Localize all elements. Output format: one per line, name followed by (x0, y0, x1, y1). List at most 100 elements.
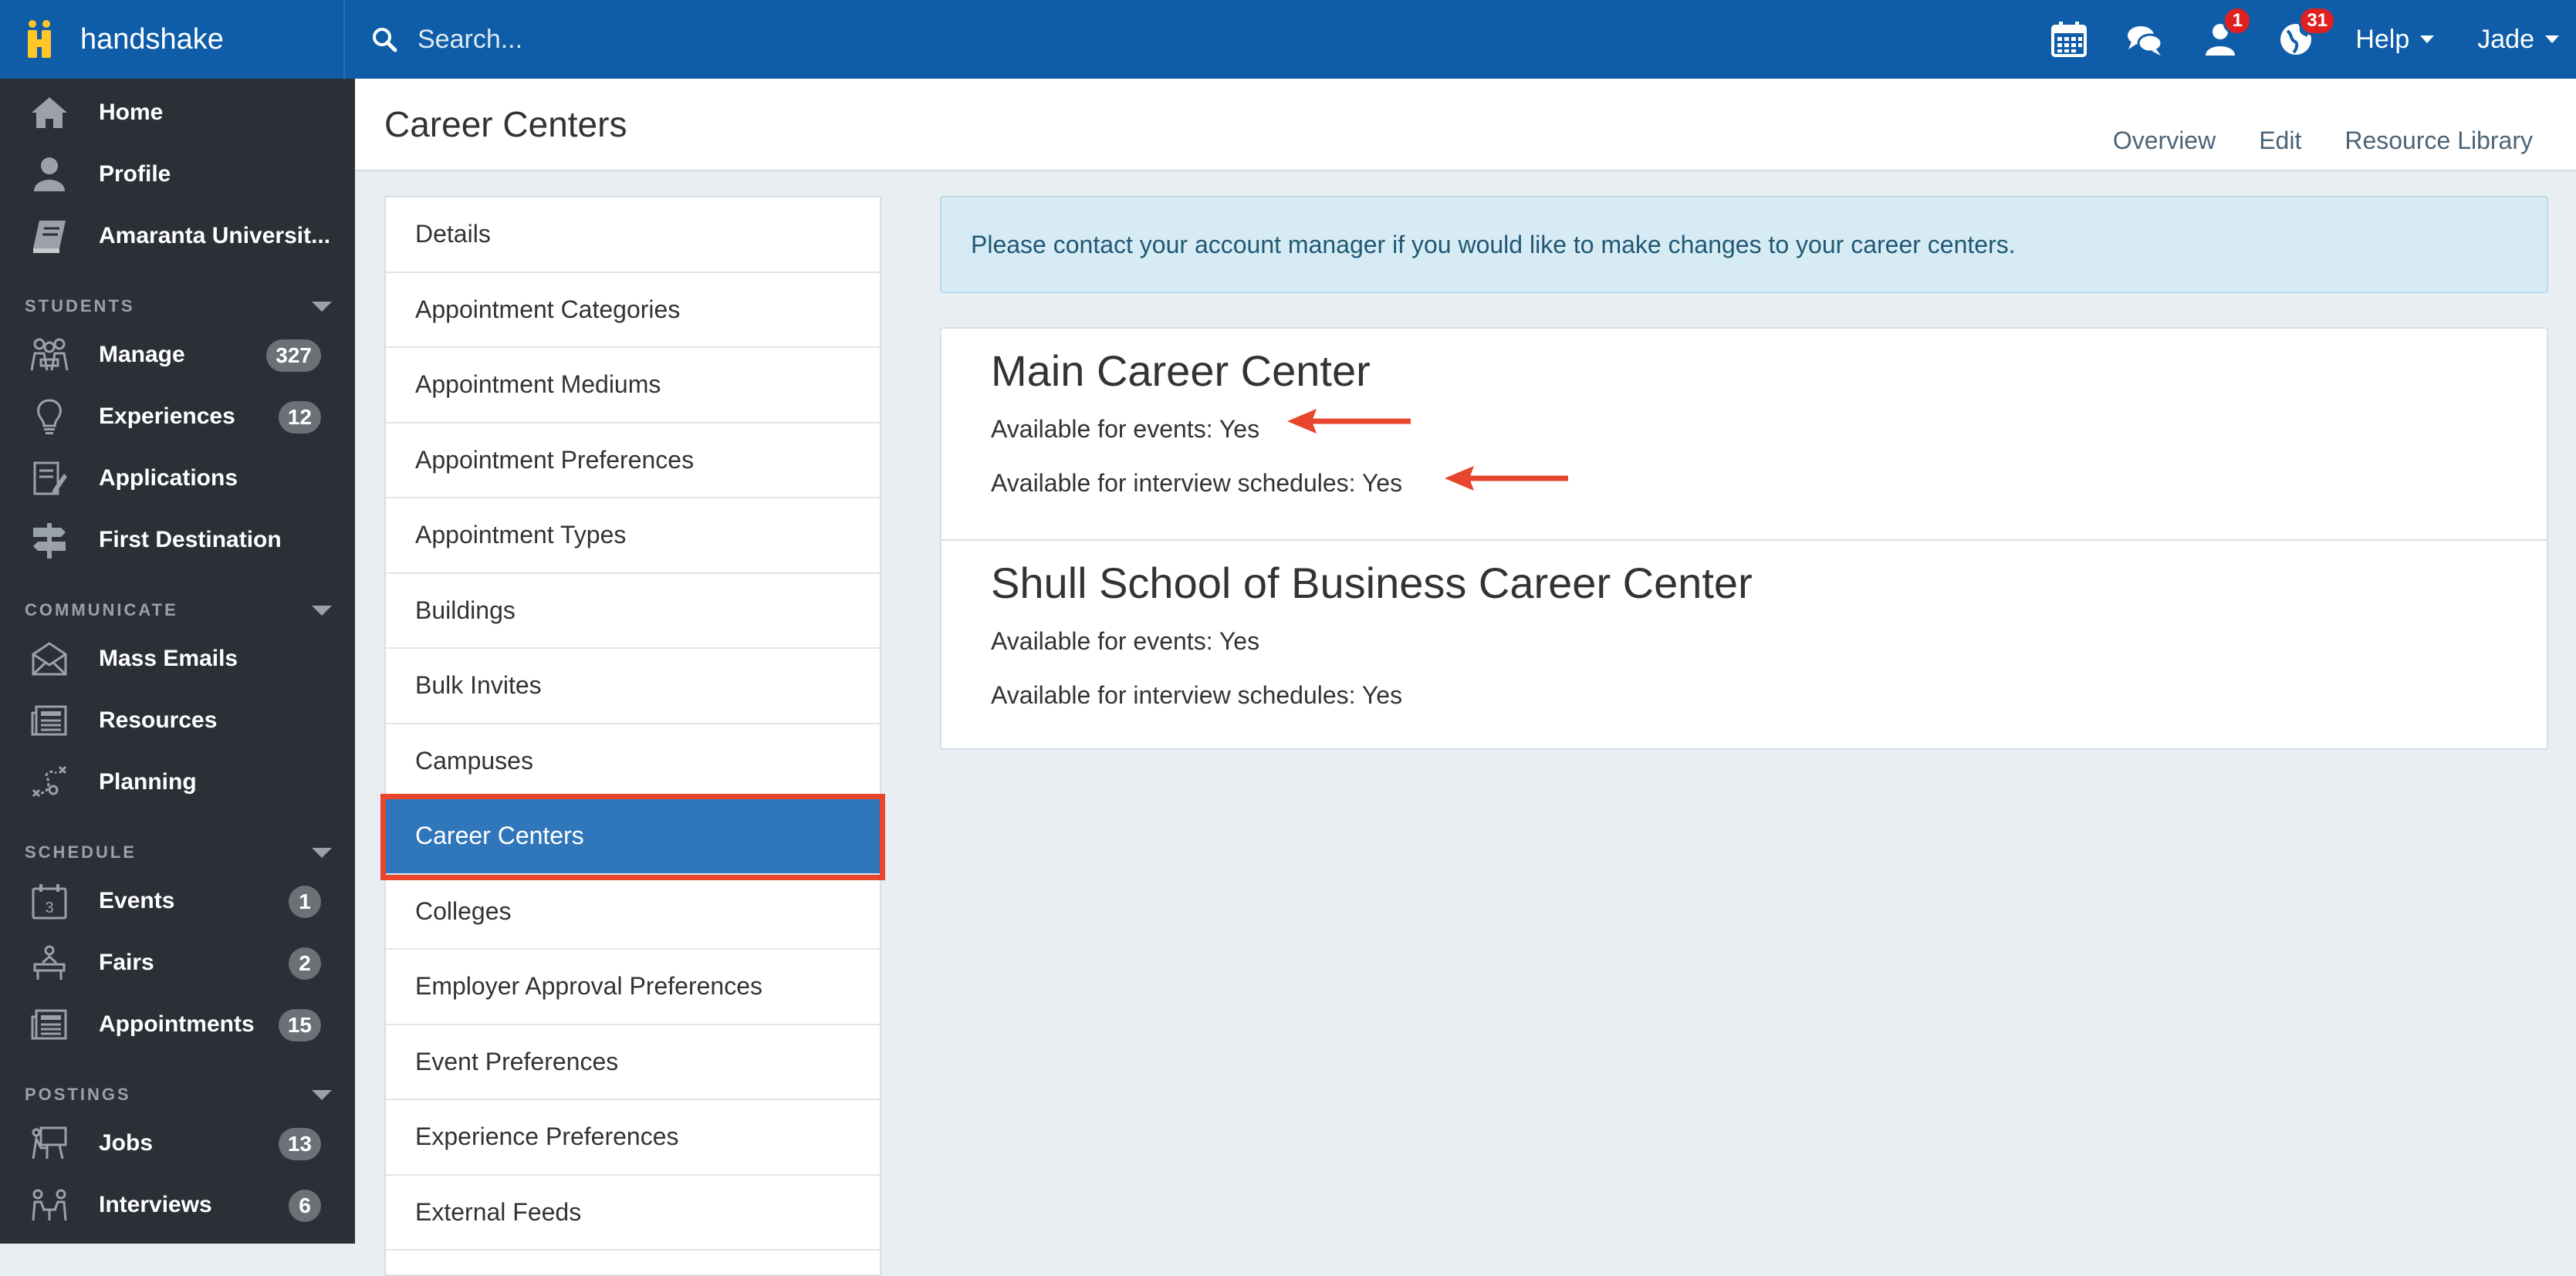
chat-bubbles-icon (2128, 26, 2163, 56)
sidebar-item-fairs[interactable]: Fairs 2 (0, 932, 355, 994)
section-communicate[interactable]: COMMUNICATE (0, 592, 355, 628)
connections-button[interactable]: 1 (2182, 0, 2258, 79)
tab-resource-library[interactable]: Resource Library (2344, 127, 2533, 155)
newspaper-icon (31, 705, 67, 736)
section-postings[interactable]: POSTINGS (0, 1077, 355, 1112)
user-menu[interactable]: Jade (2456, 25, 2576, 55)
menu-item-external-feeds[interactable]: External Feeds (386, 1176, 880, 1251)
calendar-button[interactable] (2031, 0, 2107, 79)
career-center-name: Main Career Center (991, 346, 1371, 395)
help-menu[interactable]: Help (2334, 25, 2456, 55)
sidebar-item-label: Planning (99, 769, 197, 795)
count-badge: 13 (278, 1128, 321, 1160)
section-label: SCHEDULE (25, 842, 137, 862)
search-input[interactable] (418, 24, 1575, 55)
menu-item-experience-preferences[interactable]: Experience Preferences (386, 1100, 880, 1176)
booth-icon (33, 945, 66, 980)
sidebar-item-label: Profile (99, 161, 171, 187)
menu-item-career-centers[interactable]: Career Centers (380, 794, 885, 880)
sidebar-item-label: Amaranta Universit... (99, 223, 331, 248)
sidebar-item-jobs[interactable]: Jobs 13 (0, 1112, 355, 1174)
newspaper-icon (31, 1009, 67, 1040)
sidebar-item-first-destination[interactable]: First Destination (0, 509, 355, 571)
home-icon (32, 97, 67, 128)
chevron-down-icon (312, 1089, 332, 1100)
students-icon (30, 338, 69, 371)
handshake-logo-icon (28, 20, 51, 58)
menu-item-employer-approval-preferences[interactable]: Employer Approval Preferences (386, 950, 880, 1025)
search-icon (373, 28, 397, 52)
menu-item-appointment-mediums[interactable]: Appointment Mediums (386, 348, 880, 424)
book-icon (33, 221, 66, 253)
menu-item-bulk-invites[interactable]: Bulk Invites (386, 649, 880, 724)
sidebar-item-label: Mass Emails (99, 646, 238, 671)
chevron-down-icon (312, 605, 332, 616)
sidebar-item-home[interactable]: Home (0, 82, 355, 143)
sidebar-item-events[interactable]: 3 Events 1 (0, 870, 355, 932)
sidebar-item-mass-emails[interactable]: Mass Emails (0, 628, 355, 690)
menu-item-buildings[interactable]: Buildings (386, 574, 880, 649)
page-title: Career Centers (384, 104, 627, 144)
notifications-badge: 31 (2298, 6, 2337, 35)
menu-item-appointment-categories[interactable]: Appointment Categories (386, 273, 880, 348)
notifications-button[interactable]: 31 (2258, 0, 2337, 79)
sidebar-item-experiences[interactable]: Experiences 12 (0, 386, 355, 447)
help-label: Help (2355, 24, 2410, 54)
count-badge: 2 (289, 947, 321, 980)
count-badge: 327 (266, 339, 321, 372)
easel-icon (32, 1126, 67, 1160)
sidebar-item-resources[interactable]: Resources (0, 690, 355, 751)
sidebar-item-label: Events (99, 888, 175, 913)
menu-item-appointment-preferences[interactable]: Appointment Preferences (386, 424, 880, 498)
connections-badge: 1 (2223, 6, 2253, 35)
sidebar-item-label: Appointments (99, 1011, 255, 1037)
count-badge: 6 (289, 1190, 321, 1222)
menu-item-campuses[interactable]: Campuses (386, 724, 880, 799)
calendar-icon: 3 (32, 884, 67, 920)
sidebar-item-university[interactable]: Amaranta Universit... (0, 205, 355, 267)
strategy-icon (32, 765, 67, 798)
alert-text: Please contact your account manager if y… (971, 230, 2016, 258)
sidebar-item-interviews[interactable]: Interviews 6 (0, 1174, 355, 1236)
messages-button[interactable] (2107, 0, 2182, 79)
chevron-down-icon (312, 301, 332, 312)
tab-overview[interactable]: Overview (2113, 127, 2216, 155)
header-tabs: Overview Edit Resource Library (2070, 127, 2533, 155)
sidebar-item-manage[interactable]: Manage 327 (0, 324, 355, 386)
page-header: Career Centers Overview Edit Resource Li… (355, 79, 2576, 171)
calendar-icon (2051, 22, 2088, 57)
count-badge: 15 (278, 1009, 321, 1041)
sidebar-item-label: Home (99, 100, 164, 125)
annotation-arrow-icon (1287, 409, 1411, 434)
menu-item-details[interactable]: Details (386, 197, 880, 273)
menu-item-appointment-types[interactable]: Appointment Types (386, 498, 880, 574)
tab-edit[interactable]: Edit (2259, 127, 2301, 155)
interview-icon (32, 1189, 67, 1221)
sidebar-item-label: Jobs (99, 1130, 154, 1156)
settings-menu: Details Appointment Categories Appointme… (380, 196, 885, 1276)
sidebar-item-applications[interactable]: Applications (0, 447, 355, 509)
menu-item-colleges[interactable]: Colleges (386, 875, 880, 950)
chevron-down-icon (2420, 35, 2435, 43)
count-badge: 1 (289, 886, 321, 918)
section-schedule[interactable]: SCHEDULE (0, 835, 355, 870)
career-center-card: Shull School of Business Career Center A… (941, 539, 2547, 750)
sidebar-item-label: Applications (99, 465, 238, 491)
interview-availability: Available for interview schedules: Yes (991, 469, 1403, 497)
sidebar-item-label: Resources (99, 707, 218, 733)
section-label: POSTINGS (25, 1085, 131, 1104)
career-centers-panel: Main Career Center Available for events:… (940, 327, 2548, 750)
sidebar-item-label: First Destination (99, 527, 282, 552)
career-center-card: Main Career Center Available for events:… (941, 329, 2547, 539)
section-students[interactable]: STUDENTS (0, 289, 355, 324)
sidebar-item-planning[interactable]: Planning (0, 751, 355, 813)
interview-availability: Available for interview schedules: Yes (991, 681, 1403, 709)
document-icon (33, 461, 67, 495)
user-label: Jade (2477, 24, 2534, 54)
career-center-name: Shull School of Business Career Center (991, 559, 1753, 607)
sidebar-item-appointments[interactable]: Appointments 15 (0, 994, 355, 1055)
sidebar-item-profile[interactable]: Profile (0, 143, 355, 205)
brand[interactable]: handshake (0, 0, 345, 79)
top-bar: handshake Search... 1 31 Help Jade (0, 0, 2576, 79)
menu-item-event-preferences[interactable]: Event Preferences (386, 1025, 880, 1100)
